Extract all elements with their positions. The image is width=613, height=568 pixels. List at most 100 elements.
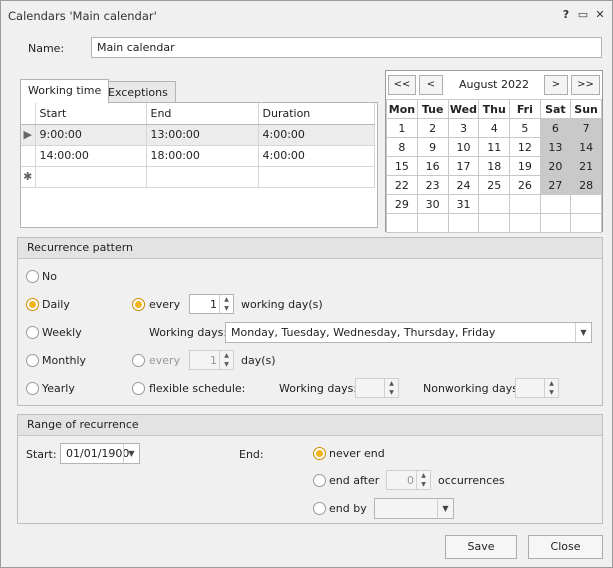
cell-duration[interactable]: 4:00:00 xyxy=(258,145,375,167)
chevron-down-icon[interactable]: ▼ xyxy=(437,499,453,518)
calendar-day[interactable]: 2 xyxy=(416,118,449,138)
calendar-day[interactable]: 9 xyxy=(416,137,449,157)
cell-start[interactable]: 14:00:00 xyxy=(35,145,147,167)
calendar-day[interactable]: 29 xyxy=(386,194,418,214)
calendar-day-weekend[interactable]: 7 xyxy=(570,118,602,138)
calendar-day[interactable]: 19 xyxy=(509,156,541,176)
close-icon[interactable]: ✕ xyxy=(593,8,607,21)
spin-arrows-icon[interactable]: ▲ ▼ xyxy=(384,379,398,397)
table-row[interactable]: 14:00:00 18:00:00 4:00:00 xyxy=(21,145,375,167)
calendar-day[interactable]: 23 xyxy=(416,175,449,195)
calendar-grid: Mon Tue Wed Thu Fri Sat Sun 1 2 3 4 5 6 … xyxy=(386,99,602,233)
next-month-button[interactable]: > xyxy=(544,75,568,95)
next-year-button[interactable]: >> xyxy=(571,75,600,95)
calendar-day[interactable]: 18 xyxy=(478,156,511,176)
end-after-stepper[interactable]: 0 ▲ ▼ xyxy=(386,470,431,490)
radio-never-end[interactable] xyxy=(313,447,326,460)
name-input[interactable]: Main calendar xyxy=(91,37,602,58)
calendar-day-weekend[interactable]: 6 xyxy=(539,118,572,138)
calendar-day[interactable]: 8 xyxy=(386,137,418,157)
cell-duration[interactable]: 4:00:00 xyxy=(258,124,375,146)
column-header-start[interactable]: Start xyxy=(35,103,147,125)
help-icon[interactable]: ? xyxy=(559,8,573,21)
radio-no-label[interactable]: No xyxy=(42,270,57,283)
column-header-duration[interactable]: Duration xyxy=(258,103,375,125)
table-row[interactable]: ▶ 9:00:00 13:00:00 4:00:00 xyxy=(21,124,375,146)
end-after-label[interactable]: end after xyxy=(329,474,379,487)
maximize-icon[interactable]: ▭ xyxy=(576,8,590,21)
spin-arrows-icon[interactable]: ▲ ▼ xyxy=(219,295,233,313)
calendar-day-weekend[interactable]: 28 xyxy=(570,175,602,195)
column-header-end[interactable]: End xyxy=(146,103,259,125)
chevron-down-icon[interactable]: ▼ xyxy=(575,323,591,342)
new-row[interactable]: ✱ xyxy=(21,166,375,188)
flex-working-days-stepper[interactable]: ▲ ▼ xyxy=(355,378,399,398)
calendar-day-weekend[interactable]: 21 xyxy=(570,156,602,176)
start-date-input[interactable]: 01/01/1900 ▼ xyxy=(60,443,140,464)
calendar-day[interactable]: 4 xyxy=(478,118,511,138)
radio-end-after[interactable] xyxy=(313,474,326,487)
never-end-label[interactable]: never end xyxy=(329,447,385,460)
calendar-day[interactable]: 5 xyxy=(509,118,541,138)
tab-working-time[interactable]: Working time xyxy=(20,79,110,103)
radio-every-working-day[interactable] xyxy=(132,298,145,311)
flex-nonworking-days-stepper[interactable]: ▲ ▼ xyxy=(515,378,559,398)
calendar-day[interactable]: 10 xyxy=(447,137,480,157)
end-by-date-input[interactable]: ▼ xyxy=(374,498,454,519)
calendar-day[interactable]: 11 xyxy=(478,137,511,157)
calendar-day[interactable]: 25 xyxy=(478,175,511,195)
cell-end[interactable]: 18:00:00 xyxy=(146,145,259,167)
calendar-day-weekend[interactable]: 14 xyxy=(570,137,602,157)
calendar-day[interactable]: 30 xyxy=(416,194,449,214)
new-cell-start[interactable] xyxy=(35,166,147,188)
calendar-day-weekend[interactable]: 20 xyxy=(539,156,572,176)
close-button[interactable]: Close xyxy=(528,535,603,559)
radio-every-day[interactable] xyxy=(132,354,145,367)
radio-weekly-label[interactable]: Weekly xyxy=(42,326,82,339)
every-day-stepper[interactable]: 1 ▲ ▼ xyxy=(189,350,234,370)
every2-label[interactable]: every xyxy=(149,354,180,367)
spin-arrows-icon[interactable]: ▲ ▼ xyxy=(544,379,558,397)
calendar-day[interactable]: 3 xyxy=(447,118,480,138)
spin-arrows-icon[interactable]: ▲ ▼ xyxy=(416,471,430,489)
radio-monthly[interactable] xyxy=(26,354,39,367)
calendar-day[interactable]: 24 xyxy=(447,175,480,195)
cell-start[interactable]: 9:00:00 xyxy=(35,124,147,146)
calendar-day-weekend[interactable]: 13 xyxy=(539,137,572,157)
calendar-day[interactable]: 31 xyxy=(447,194,480,214)
spin-arrows-icon[interactable]: ▲ ▼ xyxy=(219,351,233,369)
calendar-day[interactable]: 16 xyxy=(416,156,449,176)
tab-exceptions[interactable]: Exceptions xyxy=(100,81,176,103)
month-calendar: << < August 2022 > >> Mon Tue Wed Thu Fr… xyxy=(385,70,603,233)
calendar-day[interactable]: 1 xyxy=(386,118,418,138)
calendar-day[interactable]: 22 xyxy=(386,175,418,195)
calendar-empty-cell xyxy=(570,213,602,233)
radio-daily-label[interactable]: Daily xyxy=(42,298,70,311)
every-label[interactable]: every xyxy=(149,298,180,311)
cell-end[interactable]: 13:00:00 xyxy=(146,124,259,146)
calendar-day[interactable]: 26 xyxy=(509,175,541,195)
radio-no[interactable] xyxy=(26,270,39,283)
save-button[interactable]: Save xyxy=(445,535,517,559)
radio-weekly[interactable] xyxy=(26,326,39,339)
flexible-schedule-label[interactable]: flexible schedule: xyxy=(149,382,245,395)
working-days-select[interactable]: Monday, Tuesday, Wednesday, Thursday, Fr… xyxy=(225,322,592,343)
new-cell-duration[interactable] xyxy=(258,166,375,188)
radio-daily[interactable] xyxy=(26,298,39,311)
prev-month-button[interactable]: < xyxy=(419,75,443,95)
end-by-label[interactable]: end by xyxy=(329,502,367,515)
month-label: August 2022 xyxy=(459,78,529,91)
radio-end-by[interactable] xyxy=(313,502,326,515)
calendar-day[interactable]: 15 xyxy=(386,156,418,176)
radio-flexible-schedule[interactable] xyxy=(132,382,145,395)
radio-yearly-label[interactable]: Yearly xyxy=(42,382,75,395)
calendar-day[interactable]: 17 xyxy=(447,156,480,176)
chevron-down-icon[interactable]: ▼ xyxy=(123,444,139,463)
calendar-day-weekend[interactable]: 27 xyxy=(539,175,572,195)
every-working-day-stepper[interactable]: 1 ▲ ▼ xyxy=(189,294,234,314)
radio-monthly-label[interactable]: Monthly xyxy=(42,354,86,367)
calendar-day[interactable]: 12 xyxy=(509,137,541,157)
prev-year-button[interactable]: << xyxy=(388,75,416,95)
radio-yearly[interactable] xyxy=(26,382,39,395)
new-cell-end[interactable] xyxy=(146,166,259,188)
